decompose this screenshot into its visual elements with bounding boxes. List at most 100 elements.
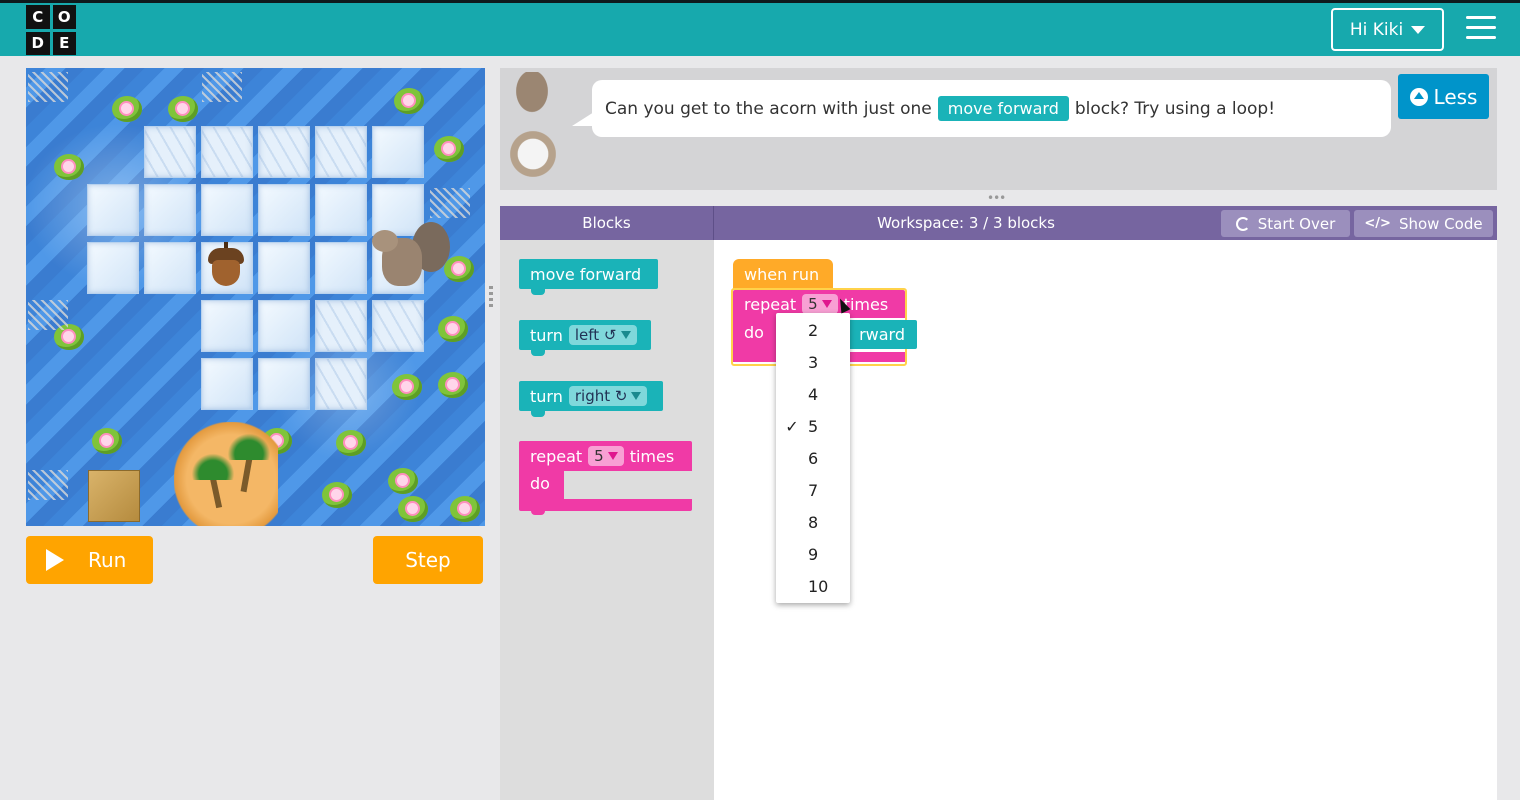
ice-tile (258, 184, 310, 236)
when-run-block[interactable]: when run (733, 259, 833, 295)
ice-tile (258, 300, 310, 352)
lily-pad (438, 372, 468, 398)
top-bar: C O D E Hi Kiki (0, 0, 1520, 56)
dropdown-arrow-icon (620, 331, 631, 339)
ice-tile (258, 126, 310, 178)
hamburger-icon[interactable] (1466, 16, 1496, 42)
lily-pad (438, 316, 468, 342)
menu-option[interactable]: 8 (776, 506, 850, 538)
ice-tile (201, 300, 253, 352)
logo-letter: C (26, 5, 50, 29)
logo-letter: D (26, 31, 50, 55)
toolbox-move-forward-block[interactable]: move forward (519, 259, 658, 295)
lily-pad (322, 482, 352, 508)
repeat-count-dropdown[interactable]: 5 (588, 446, 624, 466)
ice-tile (258, 242, 310, 294)
ice-tile (315, 126, 367, 178)
dropdown-value: left ↺ (574, 326, 617, 344)
run-button[interactable]: Run (26, 536, 153, 584)
panel-resize-grip[interactable]: ••• (987, 191, 1006, 205)
fishing-net (430, 188, 470, 218)
block-label: turn (530, 386, 563, 406)
menu-option[interactable]: 7 (776, 474, 850, 506)
ice-tile (258, 358, 310, 410)
lily-pad (392, 374, 422, 400)
direction-dropdown[interactable]: left ↺ (568, 325, 637, 345)
user-menu-button[interactable]: Hi Kiki (1331, 8, 1444, 51)
menu-option[interactable]: 10 (776, 570, 850, 602)
workspace-title: Workspace: 3 / 3 blocks (877, 214, 1055, 232)
toolbox-turn-right-block[interactable]: turn right ↻ (519, 381, 663, 417)
lily-pad (388, 468, 418, 494)
acorn-goal (206, 242, 246, 288)
lily-pad (434, 136, 464, 162)
ice-tile (315, 184, 367, 236)
lily-pad (398, 496, 428, 522)
repeat-do-label: do (519, 471, 564, 502)
ice-tile (201, 184, 253, 236)
code-icon: </> (1364, 216, 1391, 231)
ice-tile (372, 300, 424, 352)
squirrel-avatar-icon (510, 72, 554, 120)
lily-pad (54, 154, 84, 180)
chevron-up-icon (1409, 87, 1428, 106)
fishing-net (28, 72, 68, 102)
step-label: Step (405, 548, 451, 572)
start-over-button[interactable]: Start Over (1221, 210, 1350, 237)
checkmark-icon: ✓ (785, 416, 799, 436)
dropdown-arrow-icon (607, 452, 618, 460)
menu-option[interactable]: 4 (776, 378, 850, 410)
scrat-squirrel-character (372, 222, 452, 292)
menu-option[interactable]: 2 (776, 314, 850, 346)
ice-tile (315, 358, 367, 410)
ice-tile (201, 358, 253, 410)
show-code-button[interactable]: </> Show Code (1354, 210, 1493, 237)
instruction-text-before: Can you get to the acorn with just one (605, 98, 932, 119)
resize-handle[interactable] (489, 286, 493, 308)
user-greeting: Hi Kiki (1349, 19, 1404, 40)
sand-tile (88, 470, 140, 522)
block-label: turn (530, 325, 563, 345)
dropdown-arrow-icon (821, 300, 832, 308)
run-label: Run (88, 548, 127, 572)
ice-tile (201, 126, 253, 178)
menu-option[interactable]: 6 (776, 442, 850, 474)
toolbox-turn-left-block[interactable]: turn left ↺ (519, 320, 651, 356)
undo-icon (1235, 216, 1250, 231)
lily-pad (112, 96, 142, 122)
ice-tile (87, 184, 139, 236)
ice-age-logo (506, 128, 560, 180)
repeat-block-header[interactable]: repeat 5 times (519, 441, 692, 477)
block-label: when run (744, 264, 820, 284)
menu-option-selected[interactable]: ✓ 5 (776, 410, 850, 442)
repeat-count-dropdown[interactable]: 5 (802, 294, 838, 314)
less-button[interactable]: Less (1398, 74, 1489, 119)
menu-option[interactable]: 9 (776, 538, 850, 570)
step-button[interactable]: Step (373, 536, 483, 584)
direction-dropdown[interactable]: right ↻ (568, 386, 648, 406)
lily-pad (168, 96, 198, 122)
ice-tile (315, 242, 367, 294)
fishing-net (28, 470, 68, 500)
ice-tile (144, 126, 196, 178)
toolbox-title: Blocks (500, 206, 714, 240)
block-label: rward (859, 325, 905, 344)
ice-tile (372, 126, 424, 178)
play-icon (46, 549, 64, 571)
code-logo[interactable]: C O D E (26, 5, 76, 55)
fishing-net (28, 300, 68, 330)
ice-tile (144, 242, 196, 294)
block-label: move forward (530, 264, 642, 284)
character-avatar (504, 72, 560, 182)
sand-island (174, 422, 278, 526)
ice-tile (144, 184, 196, 236)
logo-letter: E (52, 31, 76, 55)
instruction-text-after: block? Try using a loop! (1074, 98, 1276, 119)
less-label: Less (1433, 84, 1478, 109)
chevron-down-icon (1411, 25, 1426, 34)
repeat-count-menu: 2 3 4 ✓ 5 6 7 8 9 10 (776, 313, 850, 603)
repeat-do-label: do (733, 318, 777, 354)
menu-option[interactable]: 3 (776, 346, 850, 378)
dropdown-arrow-icon (631, 392, 642, 400)
dropdown-value: 5 (808, 295, 818, 313)
